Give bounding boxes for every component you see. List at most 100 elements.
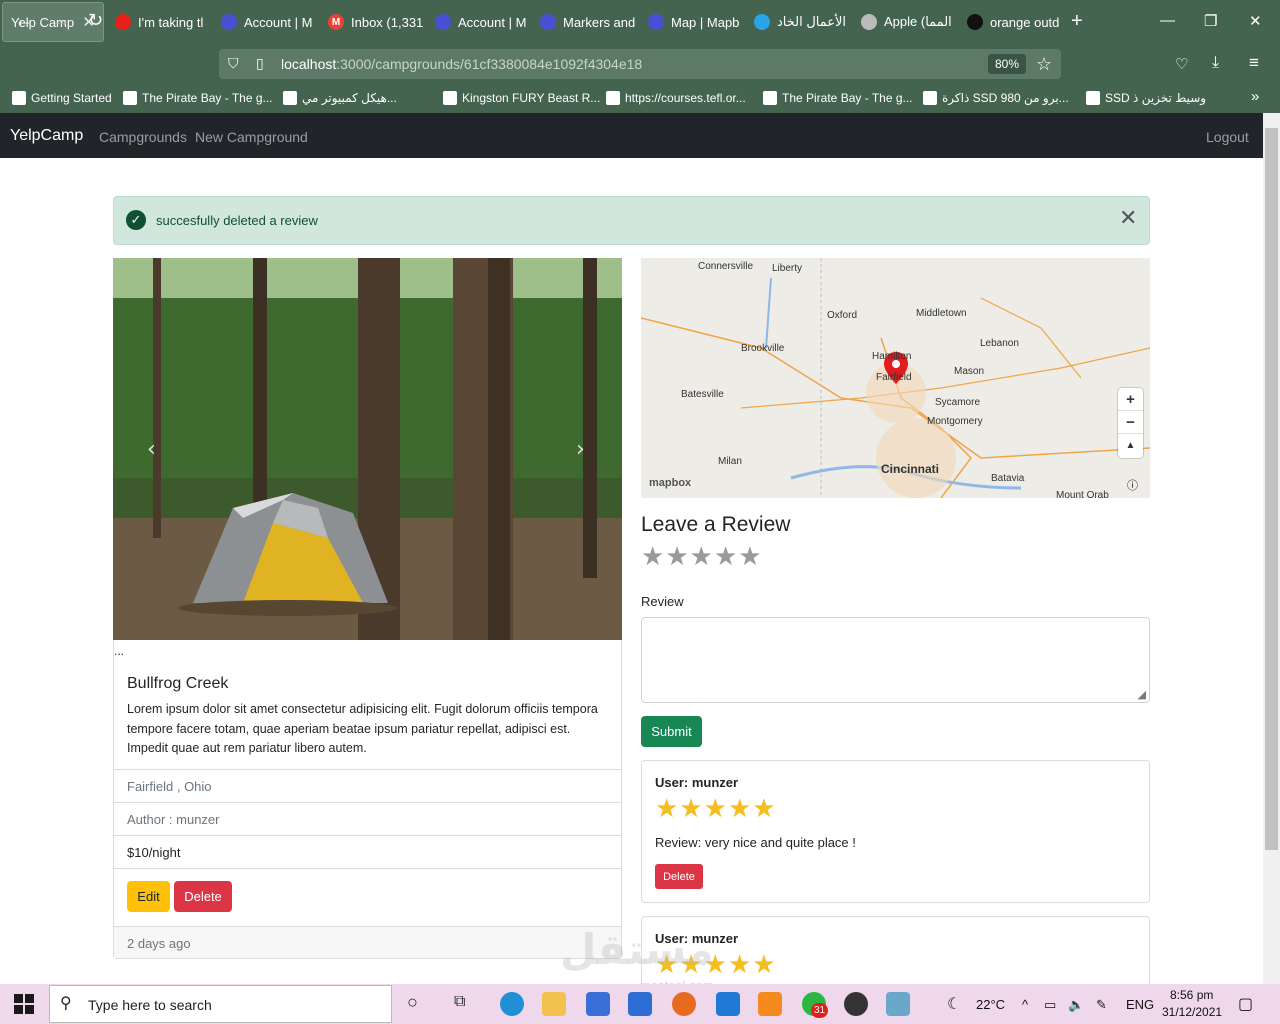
bookmark-label: The Pirate Bay - The g...: [782, 91, 913, 105]
star-icon[interactable]: ★: [738, 543, 761, 569]
browser-tab[interactable]: M Inbox (1,331: [328, 0, 428, 44]
tab-favicon-icon: [648, 14, 664, 30]
delete-review-button[interactable]: Delete: [655, 864, 703, 889]
delete-campground-button[interactable]: Delete: [174, 881, 232, 912]
back-icon[interactable]: ←: [15, 10, 33, 31]
network-icon[interactable]: ▭: [1044, 997, 1056, 1013]
review-rating: ★ ★ ★ ★ ★: [655, 795, 776, 821]
bookmark-star-icon[interactable]: ☆: [1036, 54, 1052, 75]
map-label: Batesville: [681, 389, 724, 400]
weather-temperature[interactable]: 22°C: [976, 997, 1005, 1012]
tab-label: I'm taking tl: [138, 14, 204, 30]
pen-icon[interactable]: ✎: [1096, 997, 1107, 1013]
browser-tab[interactable]: Account | M: [221, 0, 321, 44]
firefox-icon[interactable]: [672, 992, 696, 1016]
menu-icon[interactable]: ≡: [1249, 53, 1259, 73]
browser-tab[interactable]: Apple (المما: [861, 0, 961, 44]
forward-icon[interactable]: →: [52, 10, 70, 31]
star-icon[interactable]: ★: [690, 543, 713, 569]
browser-tab[interactable]: Map | Mapb: [648, 0, 748, 44]
brand-link[interactable]: YelpCamp: [10, 127, 83, 145]
map-label: Milan: [718, 456, 742, 467]
edge-icon[interactable]: [500, 992, 524, 1016]
zoom-in-button[interactable]: +: [1118, 388, 1143, 411]
cortana-icon[interactable]: ○: [407, 992, 418, 1013]
tab-label: Account | M: [458, 14, 527, 30]
minimize-icon[interactable]: —: [1160, 12, 1175, 29]
tray-chevron-icon[interactable]: ^: [1022, 997, 1028, 1012]
watermark-text: مستقل: [560, 926, 714, 973]
star-icon[interactable]: ★: [714, 543, 737, 569]
star-icon: ★: [679, 793, 703, 823]
vscode-icon[interactable]: [716, 992, 740, 1016]
browser-tab[interactable]: I'm taking tl: [115, 0, 215, 44]
bookmark-item[interactable]: ذاكرة SSD 980 برو من...: [923, 91, 1069, 105]
scrollbar-thumb[interactable]: [1265, 128, 1278, 850]
browser-tab[interactable]: orange outd: [967, 0, 1067, 44]
info-icon[interactable]: ⓘ: [1127, 477, 1138, 493]
file-explorer-icon[interactable]: [542, 992, 566, 1016]
clock-time[interactable]: 8:56 pm: [1170, 988, 1213, 1002]
browser-tab[interactable]: Markers and: [540, 0, 640, 44]
resize-handle-icon[interactable]: ◢: [1138, 688, 1146, 701]
nav-new-campground[interactable]: New Campground: [195, 129, 308, 145]
reload-icon[interactable]: ↻: [88, 10, 103, 31]
bookmark-item[interactable]: https://courses.tefl.or...: [606, 91, 746, 105]
restore-icon[interactable]: ❐: [1204, 12, 1217, 30]
bookmark-item[interactable]: SSD وسيط تخزين ذ: [1086, 91, 1206, 105]
notifications-icon[interactable]: ▢: [1238, 994, 1253, 1014]
bookmark-item[interactable]: The Pirate Bay - The g...: [123, 91, 273, 105]
bookmark-item[interactable]: The Pirate Bay - The g...: [763, 91, 913, 105]
edit-button[interactable]: Edit: [127, 881, 170, 912]
volume-icon[interactable]: 🔈: [1068, 997, 1084, 1013]
compass-icon[interactable]: ▲: [1118, 434, 1143, 457]
browser-tab[interactable]: الأعمال الخاد: [754, 0, 854, 44]
rating-input[interactable]: ★ ★ ★ ★ ★: [641, 543, 762, 569]
campground-map[interactable]: Connersville Liberty Oxford Middletown B…: [641, 258, 1150, 498]
map-label: Mount Orab: [1056, 490, 1109, 498]
bookmark-item[interactable]: Getting Started: [12, 91, 112, 105]
review-user: User: munzer: [655, 775, 739, 790]
map-label: Liberty: [772, 263, 803, 274]
vlc-icon[interactable]: [758, 992, 782, 1016]
nav-logout[interactable]: Logout: [1206, 129, 1249, 145]
windows-start-icon[interactable]: [14, 994, 34, 1014]
more-bookmarks-icon[interactable]: »: [1251, 88, 1259, 105]
page-icon: ▯: [256, 55, 264, 71]
star-icon[interactable]: ★: [641, 543, 664, 569]
pocket-icon[interactable]: ♡: [1175, 55, 1188, 73]
pcloud-icon[interactable]: [844, 992, 868, 1016]
bookmark-item[interactable]: Kingston FURY Beast R...: [443, 91, 600, 105]
alert-close-icon[interactable]: ✕: [1119, 207, 1137, 229]
map-label: Cincinnati: [881, 462, 940, 476]
task-view-icon[interactable]: ⧉: [454, 993, 465, 1011]
zoom-out-button[interactable]: −: [1118, 411, 1143, 434]
notepad-icon[interactable]: [886, 992, 910, 1016]
shield-icon[interactable]: ⛉: [228, 55, 239, 72]
clock-date[interactable]: 31/12/2021: [1162, 1005, 1222, 1019]
star-icon[interactable]: ★: [665, 543, 688, 569]
nav-campgrounds[interactable]: Campgrounds: [99, 129, 187, 145]
bookmark-label: هيكل كمبيوتر مي...: [302, 91, 397, 105]
download-icon[interactable]: ⤓: [1212, 54, 1219, 72]
map-label: Connersville: [698, 261, 754, 272]
tab-favicon-icon: [967, 14, 983, 30]
new-tab-icon[interactable]: +: [1071, 10, 1083, 33]
close-window-icon[interactable]: ✕: [1249, 12, 1262, 30]
url-text[interactable]: localhost:3000/campgrounds/61cf3380084e1…: [281, 56, 642, 72]
tab-favicon-icon: [754, 14, 770, 30]
bookmark-item[interactable]: هيكل كمبيوتر مي...: [283, 91, 397, 105]
alert-message: succesfully deleted a review: [156, 213, 318, 228]
tab-label: Markers and: [563, 14, 636, 30]
language-indicator[interactable]: ENG: [1126, 997, 1154, 1012]
weather-moon-icon[interactable]: ☾: [947, 994, 961, 1014]
review-textarea[interactable]: ◢: [641, 617, 1150, 703]
store-icon[interactable]: [586, 992, 610, 1016]
campground-author: Author : munzer: [127, 812, 220, 827]
submit-review-button[interactable]: Submit: [641, 716, 702, 747]
mail-icon[interactable]: [628, 992, 652, 1016]
svg-text:‹: ‹: [147, 437, 156, 462]
zoom-badge[interactable]: 80%: [988, 54, 1026, 74]
browser-tab[interactable]: Account | M: [435, 0, 535, 44]
tab-favicon-icon: [435, 14, 451, 30]
